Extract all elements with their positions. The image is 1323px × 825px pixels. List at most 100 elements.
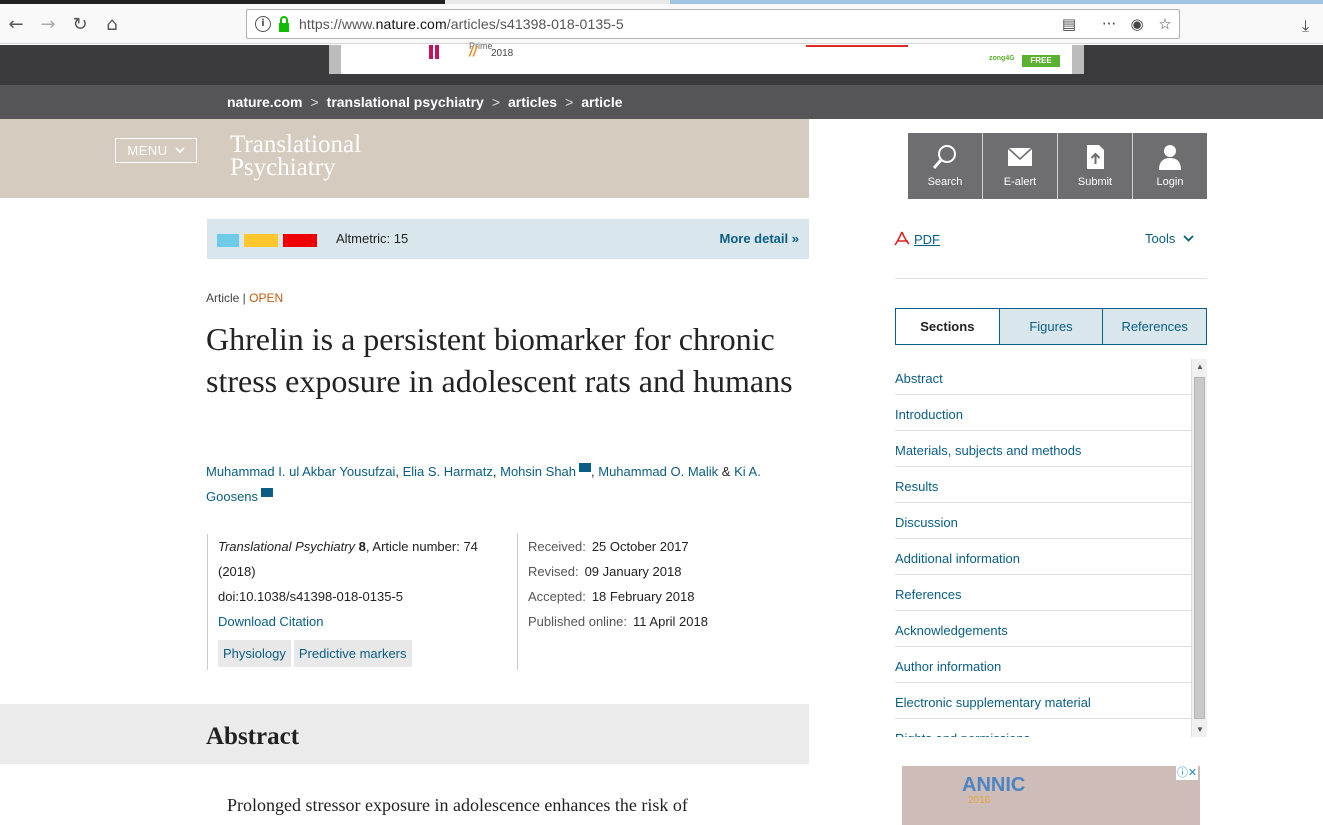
section-link-abstract[interactable]: Abstract <box>895 359 1191 395</box>
scroll-down-arrow-icon[interactable]: ▼ <box>1196 725 1204 734</box>
section-list-scrollbar[interactable]: ▲ ▼ <box>1191 359 1207 737</box>
author-link[interactable]: Muhammad I. ul Akbar Yousufzai <box>206 464 395 479</box>
chevron-down-icon <box>175 147 185 154</box>
journal-name-line2: Psychiatry <box>230 154 336 181</box>
pocket-icon[interactable]: ◉ <box>1127 15 1147 35</box>
date-revised: Revised: 09 January 2018 <box>528 564 682 579</box>
search-label: Search <box>927 176 963 188</box>
citation-year: (2018) <box>218 564 256 579</box>
login-button[interactable]: Login <box>1133 133 1207 199</box>
section-link-results[interactable]: Results <box>895 467 1191 503</box>
ad-mark <box>435 45 439 59</box>
e-alert-label: E-alert <box>1003 176 1037 188</box>
tab-sections[interactable]: Sections <box>896 309 999 344</box>
banner-ad[interactable]: Prime // 2018 zong4G FREE <box>329 41 1084 74</box>
menu-label: MENU <box>127 143 168 158</box>
submit-label: Submit <box>1077 176 1113 188</box>
abstract-text: Prolonged stressor exposure in adolescen… <box>227 795 688 815</box>
section-link-author-information[interactable]: Author information <box>895 647 1191 683</box>
mail-icon[interactable] <box>579 463 592 472</box>
abstract-heading: Abstract <box>206 723 300 750</box>
breadcrumb-item[interactable]: translational psychiatry <box>327 94 484 110</box>
article-title: Ghrelin is a persistent biomarker for ch… <box>206 321 793 399</box>
date-published: Published online: 11 April 2018 <box>528 614 708 629</box>
scrollbar-thumb[interactable] <box>1194 377 1205 719</box>
pdf-link[interactable]: PDF <box>894 231 940 247</box>
altmetric-swatch <box>244 234 278 247</box>
ad-close-icon[interactable]: ⓘ✕ <box>1176 766 1198 780</box>
forward-arrow-icon[interactable]: → <box>36 12 60 36</box>
chevron-down-icon <box>1183 235 1194 242</box>
citation-line: Translational Psychiatry 8, Article numb… <box>218 539 478 554</box>
scroll-up-arrow-icon[interactable]: ▲ <box>1196 362 1204 371</box>
breadcrumb-item[interactable]: nature.com <box>227 94 302 110</box>
journal-logo[interactable]: Translational Psychiatry <box>230 131 362 181</box>
altmetric-score: Altmetric: 15 <box>336 231 409 246</box>
home-icon[interactable]: ⌂ <box>100 12 124 36</box>
altmetric-swatch <box>217 234 239 247</box>
journal-name-line1: Translational <box>230 131 362 158</box>
search-button[interactable]: Search <box>908 133 983 199</box>
submit-button[interactable]: Submit <box>1058 133 1133 199</box>
author-list: Muhammad I. ul Akbar Yousufzai, Elia S. … <box>206 463 761 504</box>
sidebar-tabs: Sections Figures References <box>895 308 1207 345</box>
lock-icon <box>279 16 289 32</box>
ad-year: 2016 <box>968 795 991 806</box>
mail-icon <box>1007 147 1033 166</box>
open-access-badge: OPEN <box>249 291 284 305</box>
double-chevron-icon: » <box>791 231 799 246</box>
breadcrumb-separator: > <box>491 94 501 110</box>
reader-view-icon[interactable]: ▤ <box>1059 15 1079 35</box>
url-text[interactable]: https://www.nature.com/articles/s41398-0… <box>299 16 624 32</box>
section-link-introduction[interactable]: Introduction <box>895 395 1191 431</box>
download-citation-link[interactable]: Download Citation <box>218 609 517 634</box>
journal-header: MENU Translational Psychiatry <box>0 119 809 198</box>
e-alert-button[interactable]: E-alert <box>983 133 1058 199</box>
browser-toolbar: ← → ↻ ⌂ i https://www.nature.com/article… <box>0 4 1323 44</box>
info-icon[interactable]: i <box>255 16 271 32</box>
date-accepted: Accepted: 18 February 2018 <box>528 589 695 604</box>
section-link-references[interactable]: References <box>895 575 1191 611</box>
tab-figures[interactable]: Figures <box>998 309 1103 344</box>
tab-references[interactable]: References <box>1102 309 1207 344</box>
back-arrow-icon[interactable]: ← <box>4 12 28 36</box>
section-link-rights-permissions[interactable]: Rights and permissions <box>895 719 1191 737</box>
section-list: Abstract Introduction Materials, subject… <box>895 359 1191 737</box>
mail-icon[interactable] <box>261 488 274 497</box>
login-label: Login <box>1156 176 1184 188</box>
ad-free-badge: FREE <box>1022 55 1060 67</box>
tool-grid: Search E-alert Submit Login <box>908 133 1207 199</box>
ad-accent-bar <box>806 45 908 47</box>
altmetric-more-detail-link[interactable]: More detail » <box>720 231 799 246</box>
section-link-discussion[interactable]: Discussion <box>895 503 1191 539</box>
reload-icon[interactable]: ↻ <box>68 12 92 36</box>
ad-mark <box>429 45 433 59</box>
doi: doi:10.1038/s41398-018-0135-5 <box>218 589 404 604</box>
altmetric-bar: Altmetric: 15 More detail » <box>207 219 809 259</box>
author-link[interactable]: Mohsin Shah <box>500 464 576 479</box>
citation-block: Translational Psychiatry 8, Article numb… <box>207 534 518 670</box>
author-link[interactable]: Muhammad O. Malik <box>598 464 718 479</box>
url-bar[interactable]: i https://www.nature.com/articles/s41398… <box>246 9 1180 39</box>
section-link-acknowledgements[interactable]: Acknowledgements <box>895 611 1191 647</box>
sidebar-ad[interactable]: ANNIC 2016 ⓘ✕ <box>902 766 1200 825</box>
breadcrumb-band: nature.com > translational psychiatry > … <box>0 85 1323 119</box>
article-type: Article | OPEN <box>206 291 284 305</box>
section-link-methods[interactable]: Materials, subjects and methods <box>895 431 1191 467</box>
pdf-icon <box>894 231 910 246</box>
download-icon[interactable]: ⤓ <box>1302 16 1309 36</box>
subject-tags: Physiology Predictive markers <box>218 640 517 667</box>
more-actions-icon[interactable]: ··· <box>1099 15 1119 35</box>
menu-button[interactable]: MENU <box>115 138 197 163</box>
section-link-supplementary-material[interactable]: Electronic supplementary material <box>895 683 1191 719</box>
ad-year: 2018 <box>491 48 514 59</box>
bookmark-star-icon[interactable]: ☆ <box>1155 15 1175 35</box>
tools-dropdown[interactable]: Tools <box>1145 231 1194 246</box>
section-link-additional-information[interactable]: Additional information <box>895 539 1191 575</box>
breadcrumb-separator: > <box>310 94 319 110</box>
subject-tag[interactable]: Predictive markers <box>293 640 412 667</box>
subject-tag[interactable]: Physiology <box>218 640 291 667</box>
breadcrumb-item[interactable]: articles <box>508 94 557 110</box>
author-link[interactable]: Elia S. Harmatz <box>403 464 493 479</box>
ad-slash-logo: // <box>469 43 477 59</box>
